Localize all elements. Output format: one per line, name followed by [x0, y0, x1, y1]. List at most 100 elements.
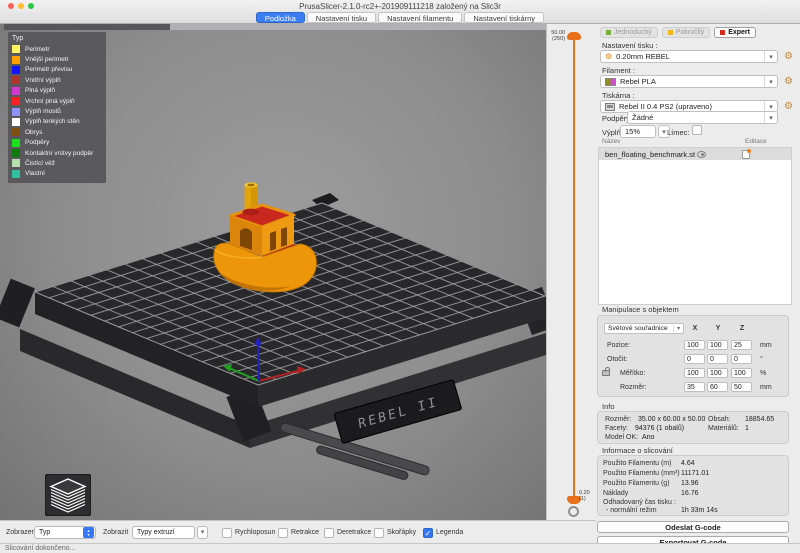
send-gcode-button[interactable]: Odeslat G-code	[597, 521, 789, 533]
retractions-checkbox[interactable]	[278, 528, 288, 538]
legend-color-swatch	[12, 45, 20, 53]
legend-checkbox[interactable]	[423, 528, 433, 538]
rotate-label: Otočit:	[607, 356, 627, 363]
scale-z-input[interactable]: 100	[731, 368, 752, 378]
legend-item: Kontaktní vrstvy podpěr	[12, 148, 102, 158]
size-y-input[interactable]: 60	[707, 382, 728, 392]
titlebar: PrusaSlicer-2.1.0-rc2+-201909111218 zalo…	[0, 0, 800, 24]
edit-object-icon[interactable]	[742, 150, 750, 159]
filament-m-value: 4.64	[681, 460, 695, 467]
size-unit: mm	[760, 384, 772, 391]
legend-color-swatch	[12, 97, 20, 105]
sidebar: Jednoduchý Pokročilý Expert Nastavení ti…	[596, 24, 800, 543]
supports-select[interactable]: Žádné ▾	[627, 111, 778, 124]
filament-color-icon	[605, 78, 616, 86]
legend-item: Vlastní	[12, 169, 102, 179]
object-name-header: Název	[602, 138, 620, 145]
object-list-row[interactable]: ben_floating_benchmark.stl	[599, 148, 791, 160]
rotate-x-input[interactable]: 0	[684, 354, 705, 364]
legend-color-swatch	[12, 118, 20, 126]
printer-label: Tiskárna :	[602, 91, 635, 100]
layer-slider-bottom-label: 0.20(1)	[579, 490, 590, 502]
tab-printer-settings[interactable]: Nastavení tiskárny	[464, 12, 544, 23]
show-select[interactable]: Typy extruzí	[132, 526, 195, 539]
legend-item: Výplň tenkých stěn	[12, 117, 102, 127]
filament-m-label: Použito Filamentu (m)	[603, 460, 671, 467]
chevron-down-icon: ▾	[764, 76, 777, 87]
legend-color-swatch	[12, 87, 20, 95]
view-select[interactable]: Typ ▲▼	[34, 526, 96, 539]
info-modelok-label: Model OK:	[605, 434, 638, 441]
position-label: Pozice:	[607, 342, 630, 349]
bottom-toolbar: Zobrazení Typ ▲▼ Zobrazit Typy extruzí ▾…	[0, 520, 596, 543]
mode-expert-icon	[720, 30, 725, 35]
mode-simple-icon	[606, 30, 611, 35]
travel-checkbox[interactable]	[222, 528, 232, 538]
show-dropdown-button[interactable]: ▾	[197, 526, 208, 539]
legend-title: Typ	[12, 35, 102, 42]
brim-label: Límec:	[667, 128, 690, 137]
mode-advanced-button[interactable]: Pokročilý	[662, 27, 710, 38]
slicing-info-panel: Použito Filamentu (m) 4.64 Použito Filam…	[597, 455, 789, 516]
mode-simple-button[interactable]: Jednoduchý	[600, 27, 658, 38]
layers-view-icon[interactable]	[45, 474, 91, 516]
legend-color-swatch	[12, 159, 20, 167]
scale-y-input[interactable]: 100	[707, 368, 728, 378]
viewport-3d[interactable]: REBEL II	[0, 24, 546, 520]
legend-item: Vnitřní výplň	[12, 75, 102, 85]
size-z-input[interactable]: 50	[731, 382, 752, 392]
layer-slider-track[interactable]	[573, 40, 575, 496]
legend-item: Výplň mostů	[12, 106, 102, 116]
lock-icon[interactable]	[602, 370, 610, 376]
legend-label: Legenda	[436, 529, 463, 536]
filament-gear-button[interactable]: ⚙	[782, 75, 795, 88]
status-bar: Slicování dokončeno...	[0, 543, 800, 553]
layer-slider-top-label: 50.00(250)	[549, 30, 565, 42]
rotate-y-input[interactable]: 0	[707, 354, 728, 364]
printer-gear-button[interactable]: ⚙	[782, 100, 795, 113]
size-label: Rozměr:	[620, 384, 646, 391]
tab-filament-settings[interactable]: Nastavení filamentu	[378, 12, 462, 23]
cost-value: 16.76	[681, 490, 699, 497]
print-time-title: Odhadovaný čas tisku :	[603, 499, 676, 506]
layer-slider-upper-handle[interactable]	[567, 32, 581, 40]
object-list: ben_floating_benchmark.stl	[598, 147, 792, 305]
z-axis	[258, 344, 259, 381]
eye-icon[interactable]	[697, 151, 706, 158]
legend-item: Perimetr převisu	[12, 65, 102, 75]
brim-checkbox[interactable]	[692, 125, 702, 135]
rotate-z-input[interactable]: 0	[731, 354, 752, 364]
info-volume-label: Obsah:	[708, 416, 731, 423]
rotate-unit: °	[760, 356, 763, 363]
legend-color-swatch	[12, 66, 20, 74]
filament-mm3-value: 11171.01	[681, 470, 709, 477]
print-settings-select[interactable]: ⚙ 0.20mm REBEL ▾	[600, 50, 778, 63]
show-label: Zobrazit	[103, 529, 128, 536]
infill-select[interactable]: 15%	[620, 125, 656, 138]
shells-checkbox[interactable]	[374, 528, 384, 538]
tab-print-settings[interactable]: Nastavení tisku	[307, 12, 376, 23]
position-z-input[interactable]: 25	[731, 340, 752, 350]
filament-g-value: 13.96	[681, 480, 699, 487]
legend-color-swatch	[12, 149, 20, 157]
tab-plater[interactable]: Podložka	[256, 12, 305, 23]
legend-item: Obrys	[12, 127, 102, 137]
chevron-down-icon: ▾	[764, 51, 777, 62]
mode-expert-button[interactable]: Expert	[714, 27, 756, 38]
legend-item: Podpěry	[12, 138, 102, 148]
legend-item: Perimetr	[12, 44, 102, 54]
filament-select[interactable]: Rebel PLA ▾	[600, 75, 778, 88]
scale-x-input[interactable]: 100	[684, 368, 705, 378]
position-x-input[interactable]: 100	[684, 340, 705, 350]
info-volume-value: 18854.65	[745, 416, 774, 423]
deretractions-checkbox[interactable]	[324, 528, 334, 538]
info-materials-label: Materiálů:	[708, 425, 739, 432]
single-layer-toggle-icon[interactable]	[568, 506, 579, 517]
print-settings-gear-button[interactable]: ⚙	[782, 50, 795, 63]
size-x-input[interactable]: 35	[684, 382, 705, 392]
position-y-input[interactable]: 100	[707, 340, 728, 350]
filament-mm3-label: Použito Filamentu (mm³)	[603, 470, 680, 477]
mode-advanced-icon	[668, 30, 673, 35]
view-label: Zobrazení	[6, 529, 38, 536]
coordinates-select[interactable]: Světové souřadnice ▾	[604, 323, 684, 334]
